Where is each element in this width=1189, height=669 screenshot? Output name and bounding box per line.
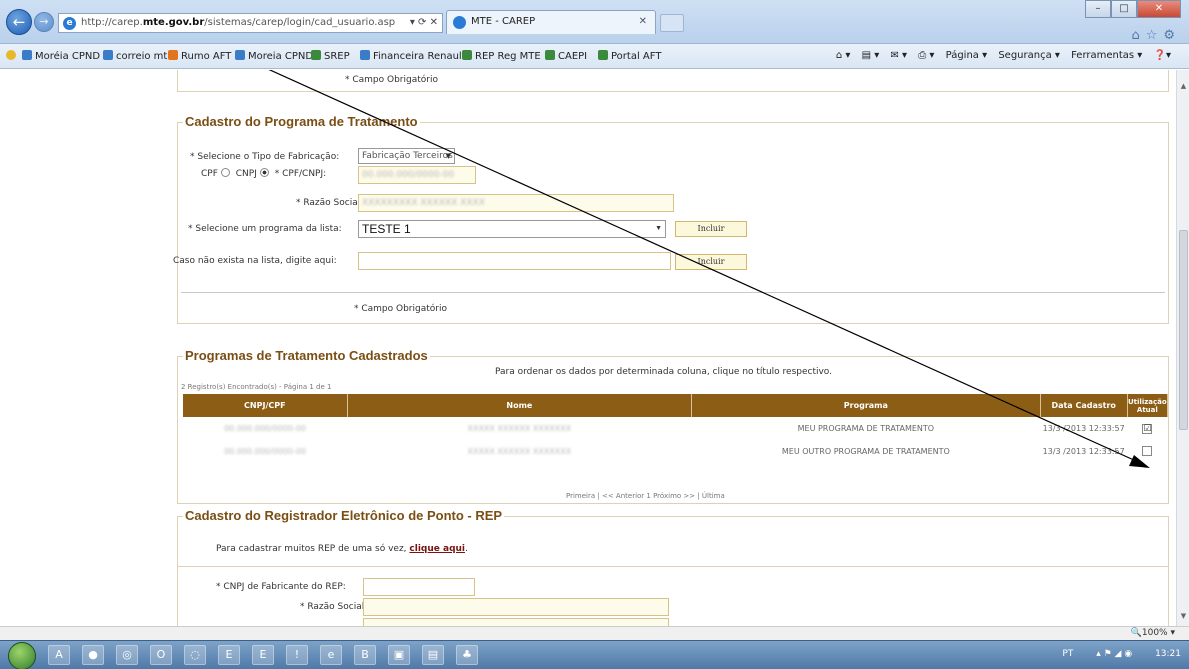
fav-item-2[interactable]: Rumo AFT	[168, 50, 231, 62]
annotation-arrow	[268, 70, 1150, 468]
status-bar: 🔍100% ▾	[0, 626, 1189, 640]
fav-item-3[interactable]: Moreia CPND	[235, 50, 313, 62]
scroll-down-icon[interactable]: ▼	[1179, 612, 1188, 620]
cmd-pagina[interactable]: Página ▾	[946, 50, 988, 61]
taskbar-app-icon[interactable]: A	[48, 645, 70, 665]
minimize-button[interactable]: –	[1085, 0, 1111, 18]
url-domain: mte.gov.br	[142, 17, 205, 28]
system-tray: PT ▴ ⚑ ◢ ◉ 13:21	[1062, 649, 1181, 659]
taskbar-app-icon[interactable]: e	[320, 645, 342, 665]
taskbar: A ● ◎ O ◌ E E ! e B ▣ ▤ ♣ PT ▴ ⚑ ◢ ◉ 13:…	[0, 640, 1189, 669]
browser-titlebar: ← → e http://carep.mte.gov.br/sistemas/c…	[0, 0, 1189, 44]
fav-item-1[interactable]: correio mte	[103, 50, 174, 62]
command-bar: ⌂ ▾ ▤ ▾ ✉ ▾ ⎙ ▾ Página ▾ Segurança ▾ Fer…	[828, 50, 1171, 61]
tray-icons[interactable]: ▴ ⚑ ◢ ◉	[1096, 649, 1132, 659]
taskbar-app-icon[interactable]: E	[218, 645, 240, 665]
tab-close-icon[interactable]: ✕	[639, 11, 647, 33]
back-button[interactable]: ←	[6, 9, 32, 35]
favorites-star-icon[interactable]	[6, 50, 19, 62]
ie-icon: e	[63, 17, 76, 30]
taskbar-app-icon[interactable]: ●	[82, 645, 104, 665]
clock[interactable]: 13:21	[1155, 649, 1181, 659]
zoom-value: 100%	[1141, 628, 1168, 638]
print-icon[interactable]: ⎙ ▾	[918, 50, 934, 61]
url-prefix: http://carep.	[81, 17, 143, 28]
language-indicator[interactable]: PT	[1062, 649, 1073, 659]
vertical-scrollbar[interactable]: ▲ ▼	[1176, 70, 1189, 626]
taskbar-app-icon[interactable]: ◌	[184, 645, 206, 665]
fav-item-0[interactable]: Moréia CPND	[22, 50, 100, 62]
tab-ie-icon	[453, 16, 466, 29]
fav-item-7[interactable]: CAEPI	[545, 50, 587, 62]
taskbar-app-icon[interactable]: E	[252, 645, 274, 665]
taskbar-app-icon[interactable]: O	[150, 645, 172, 665]
taskbar-app-icon[interactable]: ▣	[388, 645, 410, 665]
fav-item-6[interactable]: REP Reg MTE	[462, 50, 541, 62]
help-icon[interactable]: ❓▾	[1154, 50, 1171, 61]
start-button[interactable]	[8, 642, 36, 669]
address-bar[interactable]: e http://carep.mte.gov.br/sistemas/carep…	[58, 13, 443, 33]
taskbar-app-icon[interactable]: !	[286, 645, 308, 665]
forward-button[interactable]: →	[34, 12, 54, 32]
page-viewport: * Campo Obrigatório Cadastro do Programa…	[0, 70, 1176, 626]
close-window-button[interactable]: ✕	[1137, 0, 1181, 18]
tab-title: MTE - CAREP	[471, 16, 536, 27]
address-controls-icon[interactable]: ▾ ⟳ ✕	[410, 14, 438, 32]
new-tab-button[interactable]	[660, 14, 684, 32]
feeds-icon[interactable]: ▤ ▾	[862, 50, 880, 61]
taskbar-app-icon[interactable]: ◎	[116, 645, 138, 665]
scroll-thumb[interactable]	[1179, 230, 1188, 430]
fav-item-5[interactable]: Financeira Renault	[360, 50, 466, 62]
taskbar-app-icon[interactable]: ♣	[456, 645, 478, 665]
cmd-ferramentas[interactable]: Ferramentas ▾	[1071, 50, 1142, 61]
fav-item-8[interactable]: Portal AFT	[598, 50, 661, 62]
tab-carep[interactable]: MTE - CAREP ✕	[446, 10, 656, 34]
window-controls: – □ ✕	[1085, 0, 1181, 18]
taskbar-app-icon[interactable]: B	[354, 645, 376, 665]
zoom-icon: 🔍	[1130, 628, 1142, 638]
maximize-button[interactable]: □	[1111, 0, 1137, 18]
taskbar-app-icon[interactable]: ▤	[422, 645, 444, 665]
fav-item-4[interactable]: SREP	[311, 50, 350, 62]
mail-icon[interactable]: ✉ ▾	[890, 50, 907, 61]
favorites-bar: Moréia CPND correio mte Rumo AFT Moreia …	[0, 44, 1189, 69]
zoom-level[interactable]: 🔍100% ▾	[1131, 628, 1175, 638]
scroll-up-icon[interactable]: ▲	[1179, 82, 1188, 90]
home-icon[interactable]: ⌂ ▾	[836, 50, 851, 61]
cmd-seguranca[interactable]: Segurança ▾	[998, 50, 1060, 61]
home-star-gear-icons[interactable]: ⌂☆⚙	[1131, 28, 1181, 43]
url-path: /sistemas/carep/login/cad_usuario.asp	[204, 17, 396, 28]
